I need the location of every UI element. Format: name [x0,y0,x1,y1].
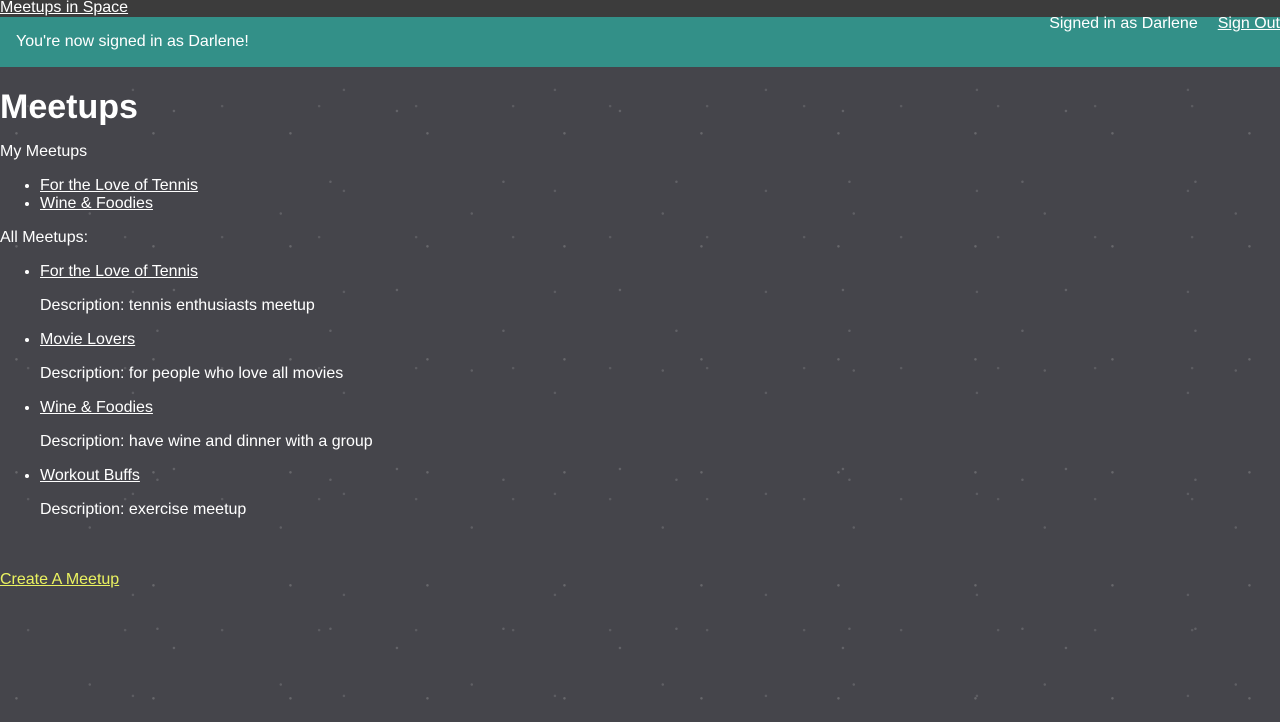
list-item: Movie Lovers Description: for people who… [40,331,1280,383]
meetup-link[interactable]: Movie Lovers [40,331,135,349]
meetup-link[interactable]: Workout Buffs [40,467,140,485]
user-area: Signed in as Darlene Sign Out [1049,15,1280,33]
site-title-link[interactable]: Meetups in Space [0,0,128,16]
page-title: Meetups [0,88,138,126]
meetup-description: Description: have wine and dinner with a… [40,433,373,450]
all-meetups-label: All Meetups: [0,229,89,246]
sign-out-link[interactable]: Sign Out [1218,15,1280,32]
my-meetups-list: For the Love of Tennis Wine & Foodies [0,177,1280,213]
meetup-description: Description: exercise meetup [40,501,247,518]
meetup-description: Description: tennis enthusiasts meetup [40,297,315,314]
meetup-link[interactable]: Wine & Foodies [40,399,153,417]
signed-in-text: Signed in as Darlene [1049,15,1198,32]
create-meetup-link[interactable]: Create A Meetup [0,571,119,589]
list-item: For the Love of Tennis Description: tenn… [40,263,1280,315]
list-item: Wine & Foodies Description: have wine an… [40,399,1280,451]
list-item: Workout Buffs Description: exercise meet… [40,467,1280,519]
meetup-description: Description: for people who love all mov… [40,365,344,382]
main-content: Meetups My Meetups For the Love of Tenni… [0,67,1280,589]
meetup-link[interactable]: For the Love of Tennis [40,263,198,281]
list-item: For the Love of Tennis [40,177,1280,195]
flash-message: You're now signed in as Darlene! [16,33,249,50]
my-meetup-link[interactable]: Wine & Foodies [40,195,153,212]
all-meetups-list: For the Love of Tennis Description: tenn… [0,263,1280,519]
list-item: Wine & Foodies [40,195,1280,213]
my-meetups-label: My Meetups [0,143,88,160]
my-meetup-link[interactable]: For the Love of Tennis [40,177,198,194]
